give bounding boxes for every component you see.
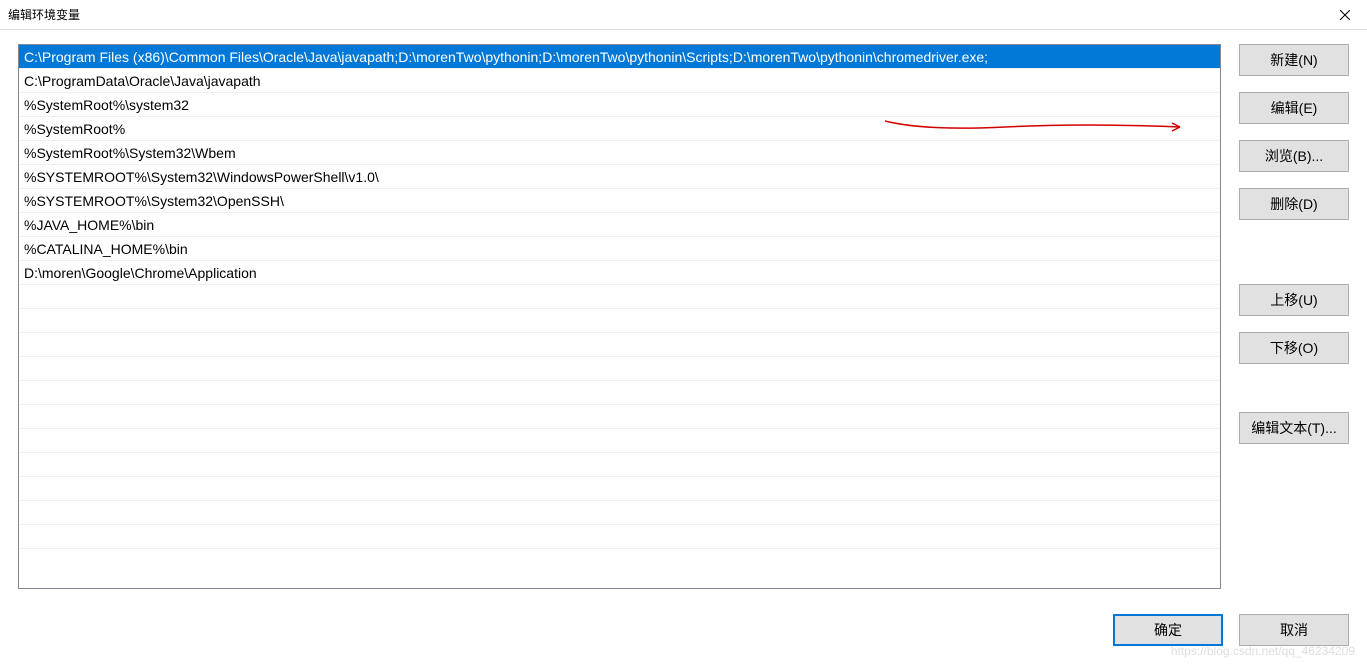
dialog-body: C:\Program Files (x86)\Common Files\Orac…: [0, 30, 1367, 664]
titlebar: 编辑环境变量: [0, 0, 1367, 30]
list-item[interactable]: %SystemRoot%\System32\Wbem: [19, 141, 1220, 165]
list-item-empty[interactable]: [19, 309, 1220, 333]
list-item-empty[interactable]: [19, 525, 1220, 549]
browse-button[interactable]: 浏览(B)...: [1239, 140, 1349, 172]
edit-button[interactable]: 编辑(E): [1239, 92, 1349, 124]
list-item-empty[interactable]: [19, 477, 1220, 501]
delete-button[interactable]: 删除(D): [1239, 188, 1349, 220]
list-item[interactable]: %SYSTEMROOT%\System32\WindowsPowerShell\…: [19, 165, 1220, 189]
list-item-empty[interactable]: [19, 357, 1220, 381]
new-button[interactable]: 新建(N): [1239, 44, 1349, 76]
ok-button[interactable]: 确定: [1113, 614, 1223, 646]
list-item[interactable]: %CATALINA_HOME%\bin: [19, 237, 1220, 261]
list-item[interactable]: C:\Program Files (x86)\Common Files\Orac…: [19, 45, 1220, 69]
list-item-empty[interactable]: [19, 405, 1220, 429]
list-item[interactable]: %SYSTEMROOT%\System32\OpenSSH\: [19, 189, 1220, 213]
cancel-button[interactable]: 取消: [1239, 614, 1349, 646]
path-listbox[interactable]: C:\Program Files (x86)\Common Files\Orac…: [18, 44, 1221, 589]
movedown-button[interactable]: 下移(O): [1239, 332, 1349, 364]
list-item-empty[interactable]: [19, 381, 1220, 405]
edittext-button[interactable]: 编辑文本(T)...: [1239, 412, 1349, 444]
list-item[interactable]: %JAVA_HOME%\bin: [19, 213, 1220, 237]
dialog-title: 编辑环境变量: [8, 6, 80, 23]
list-item[interactable]: %SystemRoot%: [19, 117, 1220, 141]
list-item-empty[interactable]: [19, 285, 1220, 309]
close-icon: [1340, 10, 1350, 20]
list-item-empty[interactable]: [19, 453, 1220, 477]
list-item[interactable]: %SystemRoot%\system32: [19, 93, 1220, 117]
close-button[interactable]: [1322, 0, 1367, 30]
list-item[interactable]: D:\moren\Google\Chrome\Application: [19, 261, 1220, 285]
main-layout: C:\Program Files (x86)\Common Files\Orac…: [18, 44, 1349, 589]
dialog-footer-buttons: 确定 取消: [1113, 614, 1349, 646]
list-item-empty[interactable]: [19, 429, 1220, 453]
side-button-column: 新建(N) 编辑(E) 浏览(B)... 删除(D) 上移(U) 下移(O) 编…: [1239, 44, 1349, 589]
list-item[interactable]: C:\ProgramData\Oracle\Java\javapath: [19, 69, 1220, 93]
moveup-button[interactable]: 上移(U): [1239, 284, 1349, 316]
list-item-empty[interactable]: [19, 333, 1220, 357]
watermark: https://blog.csdn.net/qq_46234209: [1171, 644, 1355, 658]
list-item-empty[interactable]: [19, 501, 1220, 525]
